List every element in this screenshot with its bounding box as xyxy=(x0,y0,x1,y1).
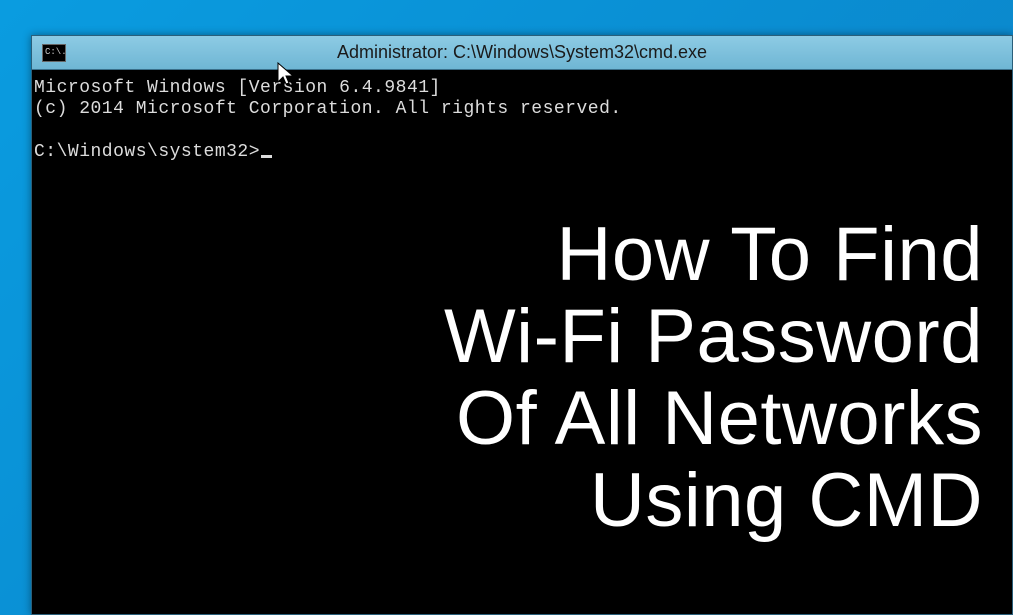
cmd-app-icon-text: C:\. xyxy=(45,48,67,57)
desktop-background: C:\. Administrator: C:\Windows\System32\… xyxy=(0,0,1013,615)
window-title: Administrator: C:\Windows\System32\cmd.e… xyxy=(337,42,707,63)
terminal-line-copyright: (c) 2014 Microsoft Corporation. All righ… xyxy=(34,99,622,119)
terminal-line-version: Microsoft Windows [Version 6.4.9841] xyxy=(34,78,441,98)
cmd-window: C:\. Administrator: C:\Windows\System32\… xyxy=(31,35,1013,615)
terminal-cursor xyxy=(261,155,272,158)
terminal-output[interactable]: Microsoft Windows [Version 6.4.9841] (c)… xyxy=(32,70,1012,614)
window-titlebar[interactable]: C:\. Administrator: C:\Windows\System32\… xyxy=(32,36,1012,70)
cmd-app-icon: C:\. xyxy=(42,44,66,62)
terminal-prompt: C:\Windows\system32> xyxy=(34,142,260,162)
